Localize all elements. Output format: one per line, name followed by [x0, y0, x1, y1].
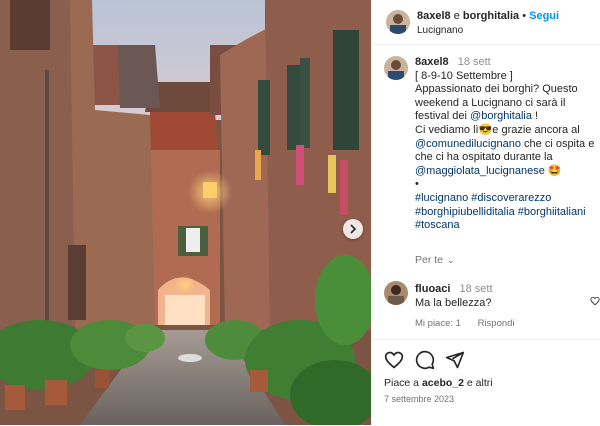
- hashtag-links[interactable]: #toscana: [415, 219, 595, 233]
- likes-prefix: Piace a: [384, 377, 420, 389]
- chevron-down-icon: ⌄: [447, 255, 455, 265]
- collaborator-username[interactable]: borghitalia: [463, 10, 519, 22]
- post-sidebar: 8axel8 e borghitalia • Segui Lucignano 8…: [371, 0, 600, 425]
- liker-username[interactable]: acebo_2: [422, 377, 464, 389]
- comment-time: 18 sett: [459, 283, 493, 295]
- avatar[interactable]: [384, 281, 408, 305]
- likes-suffix[interactable]: e altri: [467, 377, 493, 389]
- likes-summary: Piace a acebo_2 e altri: [384, 377, 493, 389]
- comment-username[interactable]: fluoaci: [415, 283, 450, 295]
- caption-line: [ 8-9-10 Settembre ]: [415, 69, 513, 82]
- caption-username[interactable]: 8axel8: [415, 56, 449, 68]
- header-names: 8axel8 e borghitalia • Segui: [417, 10, 559, 22]
- hashtag-links[interactable]: #borghipiubelliditalia #borghiitaliani: [415, 206, 595, 220]
- post-date: 7 settembre 2023: [384, 394, 455, 404]
- location-link[interactable]: Lucignano: [417, 25, 463, 36]
- comment-meta: Mi piace: 1 Rispondi: [415, 318, 529, 329]
- share-icon[interactable]: [445, 350, 465, 370]
- see-translation-button[interactable]: Per te ⌄: [415, 254, 455, 266]
- caption-line: Ci vediamo lì: [415, 123, 479, 136]
- comment-likes[interactable]: Mi piace: 1: [415, 318, 461, 329]
- chevron-right-icon: [350, 224, 357, 234]
- see-translation-label: Per te: [415, 254, 444, 266]
- caption-time: 18 sett: [457, 56, 491, 68]
- post-caption: 8axel8 18 sett [ 8-9-10 Settembre ] Appa…: [415, 56, 595, 233]
- hashtag-links[interactable]: #lucignano #discoverarezzo: [415, 192, 595, 206]
- emoji: 🤩: [547, 164, 562, 177]
- header-conjunction: e: [453, 10, 460, 22]
- caption-punct: !: [535, 110, 539, 123]
- post-photo[interactable]: [0, 0, 371, 425]
- caption-line: e grazie ancora al: [492, 123, 580, 136]
- mention-link[interactable]: @borghitalia: [470, 110, 532, 122]
- post-actions: Piace a acebo_2 e altri 7 settembre 2023: [372, 339, 600, 426]
- emoji: 😎: [478, 123, 493, 136]
- avatar[interactable]: [386, 10, 410, 34]
- caption-bullet: •: [415, 178, 419, 191]
- next-image-button[interactable]: [343, 219, 363, 239]
- post-header: 8axel8 e borghitalia • Segui Lucignano: [372, 0, 600, 45]
- comment-icon[interactable]: [415, 350, 435, 370]
- author-username[interactable]: 8axel8: [417, 10, 451, 22]
- heart-icon[interactable]: [384, 350, 404, 370]
- mention-link[interactable]: @comunedilucignano: [415, 138, 521, 150]
- alley-photo-illustration: [0, 0, 371, 425]
- header-separator: •: [522, 10, 527, 22]
- comment-text: Ma la bellezza?: [415, 297, 492, 309]
- heart-icon[interactable]: [590, 296, 600, 306]
- mention-link[interactable]: @maggiolata_lucignanese: [415, 165, 545, 177]
- avatar[interactable]: [384, 56, 408, 80]
- reply-button[interactable]: Rispondi: [478, 318, 515, 329]
- follow-button[interactable]: Segui: [529, 10, 559, 22]
- comment-item: fluoaci 18 sett Ma la bellezza?: [415, 282, 585, 310]
